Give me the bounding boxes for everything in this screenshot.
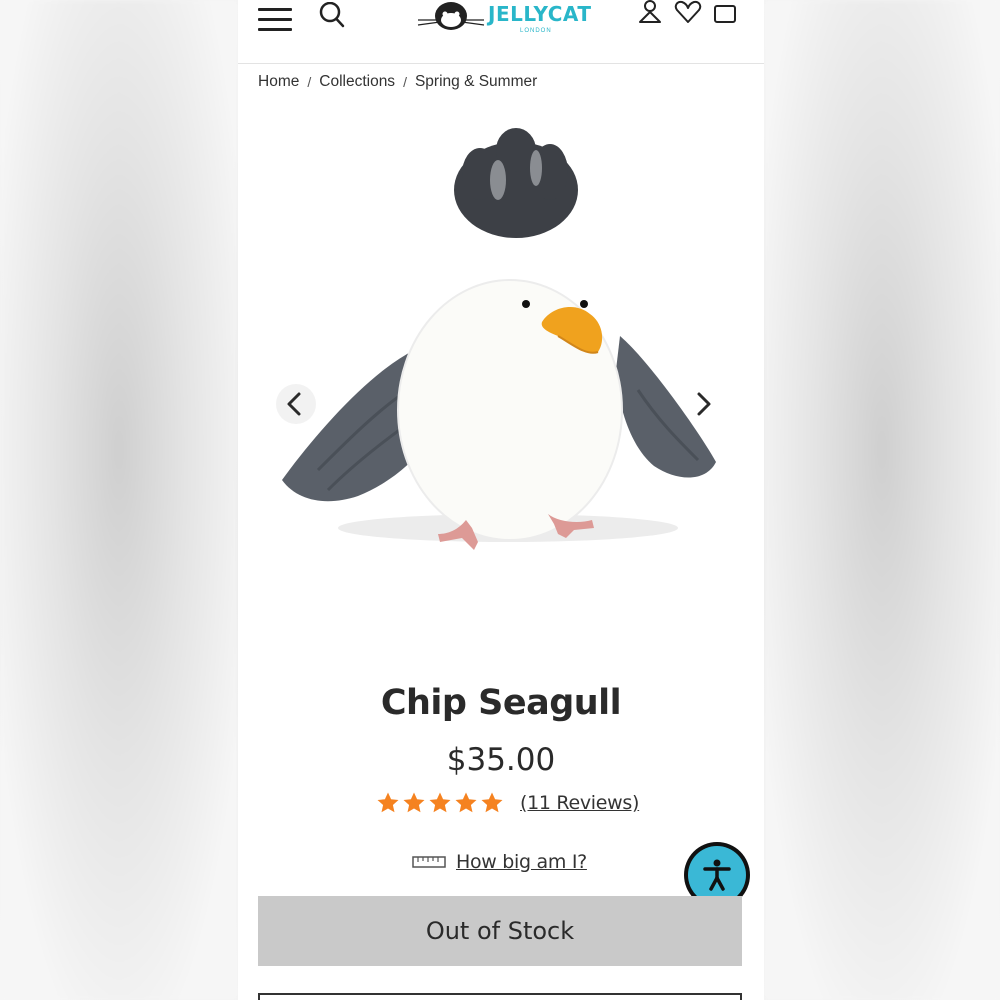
mobile-page: JELLYCAT LONDON Home / Collections / Spr…: [238, 0, 764, 1000]
star-rating: [376, 791, 504, 815]
cat-logo-icon: [417, 2, 485, 30]
size-guide[interactable]: How big am I?: [412, 848, 587, 876]
background-right: [764, 0, 1000, 1000]
star-icon: [403, 792, 425, 813]
accessibility-icon: [703, 859, 731, 891]
ruler-icon: [412, 856, 446, 868]
star-icon: [377, 792, 399, 813]
star-icon: [429, 792, 451, 813]
star-icon: [481, 792, 503, 813]
account-icon[interactable]: [638, 0, 662, 26]
next-image-button[interactable]: [682, 384, 722, 424]
chevron-right-icon: [697, 392, 711, 416]
breadcrumb-home[interactable]: Home: [258, 73, 299, 91]
site-header: JELLYCAT LONDON: [238, 0, 764, 64]
breadcrumb-collections[interactable]: Collections: [319, 73, 395, 91]
logo-subtext: LONDON: [520, 28, 552, 34]
product-rating: (11 Reviews): [376, 788, 639, 818]
product-title: Chip Seagull: [380, 683, 622, 723]
breadcrumb-spring-summer[interactable]: Spring & Summer: [415, 73, 537, 91]
bag-icon[interactable]: [712, 0, 738, 26]
reviews-link[interactable]: (11 Reviews): [520, 792, 639, 814]
logo-text: JELLYCAT: [488, 2, 592, 26]
breadcrumb: Home / Collections / Spring & Summer: [258, 72, 537, 92]
chevron-left-icon: [287, 392, 301, 416]
size-guide-link[interactable]: How big am I?: [456, 851, 587, 873]
previous-image-button[interactable]: [276, 384, 316, 424]
breadcrumb-separator: /: [307, 74, 312, 90]
secondary-button-partial[interactable]: [258, 993, 742, 1000]
jellycat-logo[interactable]: JELLYCAT LONDON: [416, 0, 591, 40]
background-left: [0, 0, 238, 1000]
heart-icon[interactable]: [674, 0, 702, 26]
search-icon[interactable]: [318, 2, 346, 30]
product-image-seagull[interactable]: [258, 110, 744, 590]
out-of-stock-button[interactable]: Out of Stock: [258, 896, 742, 966]
product-price: $35.00: [446, 742, 556, 778]
star-icon: [455, 792, 477, 813]
breadcrumb-separator: /: [403, 74, 407, 90]
menu-icon[interactable]: [258, 8, 292, 31]
